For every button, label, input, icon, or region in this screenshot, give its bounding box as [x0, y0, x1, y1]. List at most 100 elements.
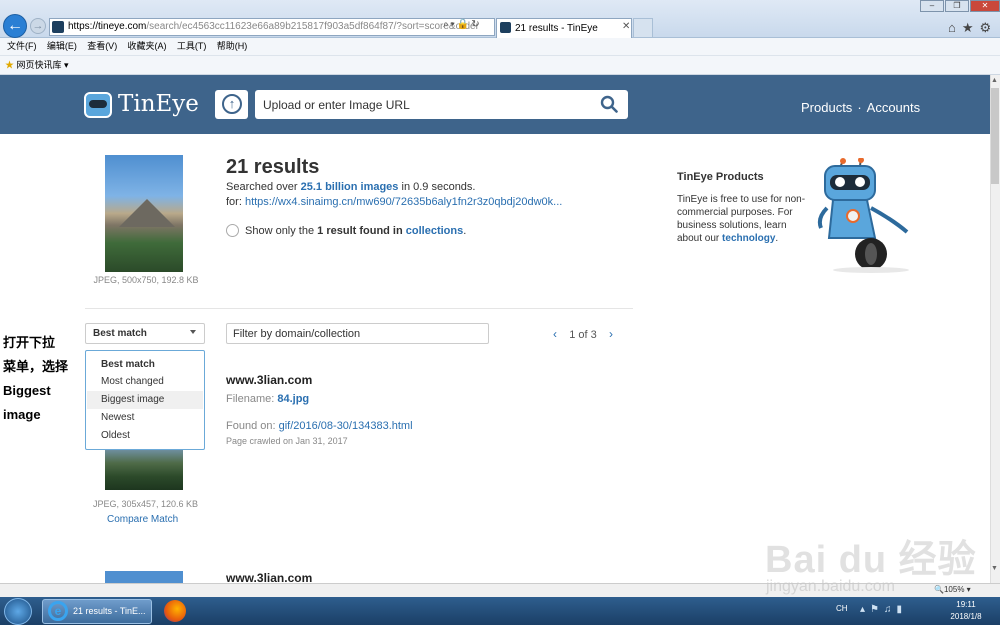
firefox-icon: [164, 600, 186, 622]
results-count: 21 results: [226, 156, 320, 178]
result-image-meta: JPEG, 305x457, 120.6 KB: [92, 499, 199, 509]
menu-file[interactable]: 文件(F): [7, 38, 37, 55]
upload-arrow-icon: ↑: [222, 94, 242, 114]
favorites-item[interactable]: 网页快讯库 ▾: [17, 60, 69, 70]
tab-favicon-icon: [500, 22, 511, 33]
scroll-down-icon[interactable]: ▼: [991, 565, 998, 572]
baidu-watermark-url: jingyan.baidu.com: [766, 578, 895, 595]
result-thumbnail[interactable]: [105, 445, 183, 490]
image-url-input[interactable]: [255, 90, 628, 119]
collections-link[interactable]: collections: [406, 225, 463, 237]
address-host: https://tineye.com: [68, 21, 147, 32]
search-stats-pre: Searched over: [226, 181, 301, 193]
products-title: TinEye Products: [677, 171, 764, 183]
menu-bar: 文件(F) 编辑(E) 查看(V) 收藏夹(A) 工具(T) 帮助(H): [0, 38, 1000, 56]
prev-page-icon[interactable]: ‹: [553, 327, 557, 341]
close-window-icon[interactable]: ✕: [970, 0, 1000, 12]
sort-option-biggest-image[interactable]: Biggest image: [87, 391, 203, 409]
query-image-meta: JPEG, 500x750, 192.8 KB: [93, 275, 199, 285]
products-text: TinEye is free to use for non-commercial…: [677, 193, 812, 245]
annotation-line: image: [3, 407, 41, 422]
back-button[interactable]: ←: [3, 14, 27, 38]
tab-close-icon[interactable]: ✕: [622, 21, 630, 32]
result-filename: Filename: 84.jpg: [226, 393, 309, 405]
menu-help[interactable]: 帮助(H): [217, 38, 248, 55]
start-button-icon[interactable]: [4, 598, 32, 625]
input-language[interactable]: CH: [836, 604, 848, 613]
query-image-thumbnail: [105, 155, 183, 272]
tineye-robot-logo-icon[interactable]: [84, 92, 112, 118]
source-label: for:: [226, 196, 245, 208]
section-divider: [85, 308, 633, 309]
baidu-watermark: Bai du 经验: [765, 539, 977, 581]
minimize-icon[interactable]: –: [920, 0, 944, 12]
next-page-icon[interactable]: ›: [609, 327, 613, 341]
search-icon[interactable]: [600, 95, 618, 113]
result-found-on: Found on: gif/2016/08-30/134383.html: [226, 420, 413, 432]
annotation-line: 菜单，选择: [3, 359, 69, 374]
site-logo[interactable]: TinEye: [118, 91, 199, 117]
zoom-level[interactable]: 🔍105% ▾: [934, 585, 971, 594]
annotation-line: Biggest: [3, 383, 51, 398]
result-thumbnail[interactable]: [105, 571, 183, 583]
show-only-post: .: [463, 225, 467, 237]
search-stats-number[interactable]: 25.1 billion images: [301, 181, 399, 193]
site-favicon-icon: [52, 21, 64, 33]
collections-only-radio[interactable]: [226, 224, 239, 237]
clock-date: 2018/1/8: [950, 612, 982, 621]
upload-button[interactable]: ↑: [215, 90, 248, 119]
found-on-label: Found on:: [226, 420, 279, 432]
menu-favorites[interactable]: 收藏夹(A): [128, 38, 167, 55]
filename-link[interactable]: 84.jpg: [277, 393, 309, 405]
window-controls: – ❐ ✕: [920, 0, 1000, 13]
show-only-bold: 1 result found in: [317, 225, 403, 237]
compare-match-link[interactable]: Compare Match: [107, 514, 178, 525]
search-source: for: https://wx4.sinaimg.cn/mw690/72635b…: [226, 196, 562, 208]
search-stats: Searched over 25.1 billion images in 0.9…: [226, 181, 476, 193]
sort-dropdown-menu: Best match Most changed Biggest image Ne…: [85, 350, 205, 450]
annotation-line: 打开下拉: [3, 335, 56, 350]
tutorial-annotation: 打开下拉 菜单，选择 Biggest image: [3, 331, 81, 427]
page-of: of: [578, 329, 588, 341]
robot-mascot-icon: [817, 158, 909, 273]
show-only-pre: Show only the: [245, 225, 318, 237]
scroll-up-icon[interactable]: ▲: [991, 77, 998, 84]
chevron-down-icon[interactable]: [190, 330, 196, 334]
filter-input[interactable]: [226, 323, 489, 344]
nav-accounts[interactable]: Accounts: [867, 100, 920, 115]
sort-select[interactable]: Best match: [85, 323, 205, 344]
menu-edit[interactable]: 编辑(E): [47, 38, 77, 55]
sort-option-oldest[interactable]: Oldest: [87, 427, 203, 445]
sort-option-newest[interactable]: Newest: [87, 409, 203, 427]
scrollbar-thumb[interactable]: [991, 88, 999, 184]
menu-tools[interactable]: 工具(T): [177, 38, 207, 55]
result-crawl-date: Page crawled on Jan 31, 2017: [226, 436, 348, 446]
new-tab-button[interactable]: [633, 18, 653, 38]
nav-products[interactable]: Products: [801, 100, 852, 115]
sort-option-best-match[interactable]: Best match: [87, 356, 203, 374]
tray-icons[interactable]: ▴⚑♫▮: [860, 604, 907, 615]
address-bar[interactable]: https://tineye.com/search/ec4563cc11623e…: [49, 18, 495, 36]
page-current: 1: [569, 329, 576, 341]
filename-label: Filename:: [226, 393, 278, 405]
found-on-link[interactable]: gif/2016/08-30/134383.html: [279, 420, 413, 432]
browser-tab-active[interactable]: 21 results - TinEye: [496, 18, 632, 38]
products-text-end: .: [775, 233, 779, 244]
address-path: /search/ec4563cc11623e66a89b215817f903a5…: [146, 21, 479, 32]
menu-view[interactable]: 查看(V): [87, 38, 117, 55]
technology-link[interactable]: technology: [722, 233, 775, 244]
source-url-link[interactable]: https://wx4.sinaimg.cn/mw690/72635b6aly1…: [245, 196, 562, 208]
ie-icon: e: [48, 601, 68, 621]
restore-icon[interactable]: ❐: [945, 0, 969, 12]
zoom-value: 105%: [943, 585, 965, 594]
sort-option-most-changed[interactable]: Most changed: [87, 373, 203, 391]
clock-time: 19:11: [956, 600, 976, 609]
forward-button[interactable]: →: [30, 18, 46, 34]
system-clock[interactable]: 19:11 2018/1/8: [940, 599, 992, 623]
nav-separator: ·: [857, 100, 862, 115]
favorites-star-icon: ★: [5, 60, 17, 70]
address-actions-icon[interactable]: ⌕▾🔒↻: [443, 19, 482, 30]
browser-tools-icons[interactable]: ⌂★⚙: [948, 20, 997, 36]
page-total: 3: [590, 329, 597, 341]
collections-only-label: Show only the 1 result found in collecti…: [245, 225, 466, 237]
